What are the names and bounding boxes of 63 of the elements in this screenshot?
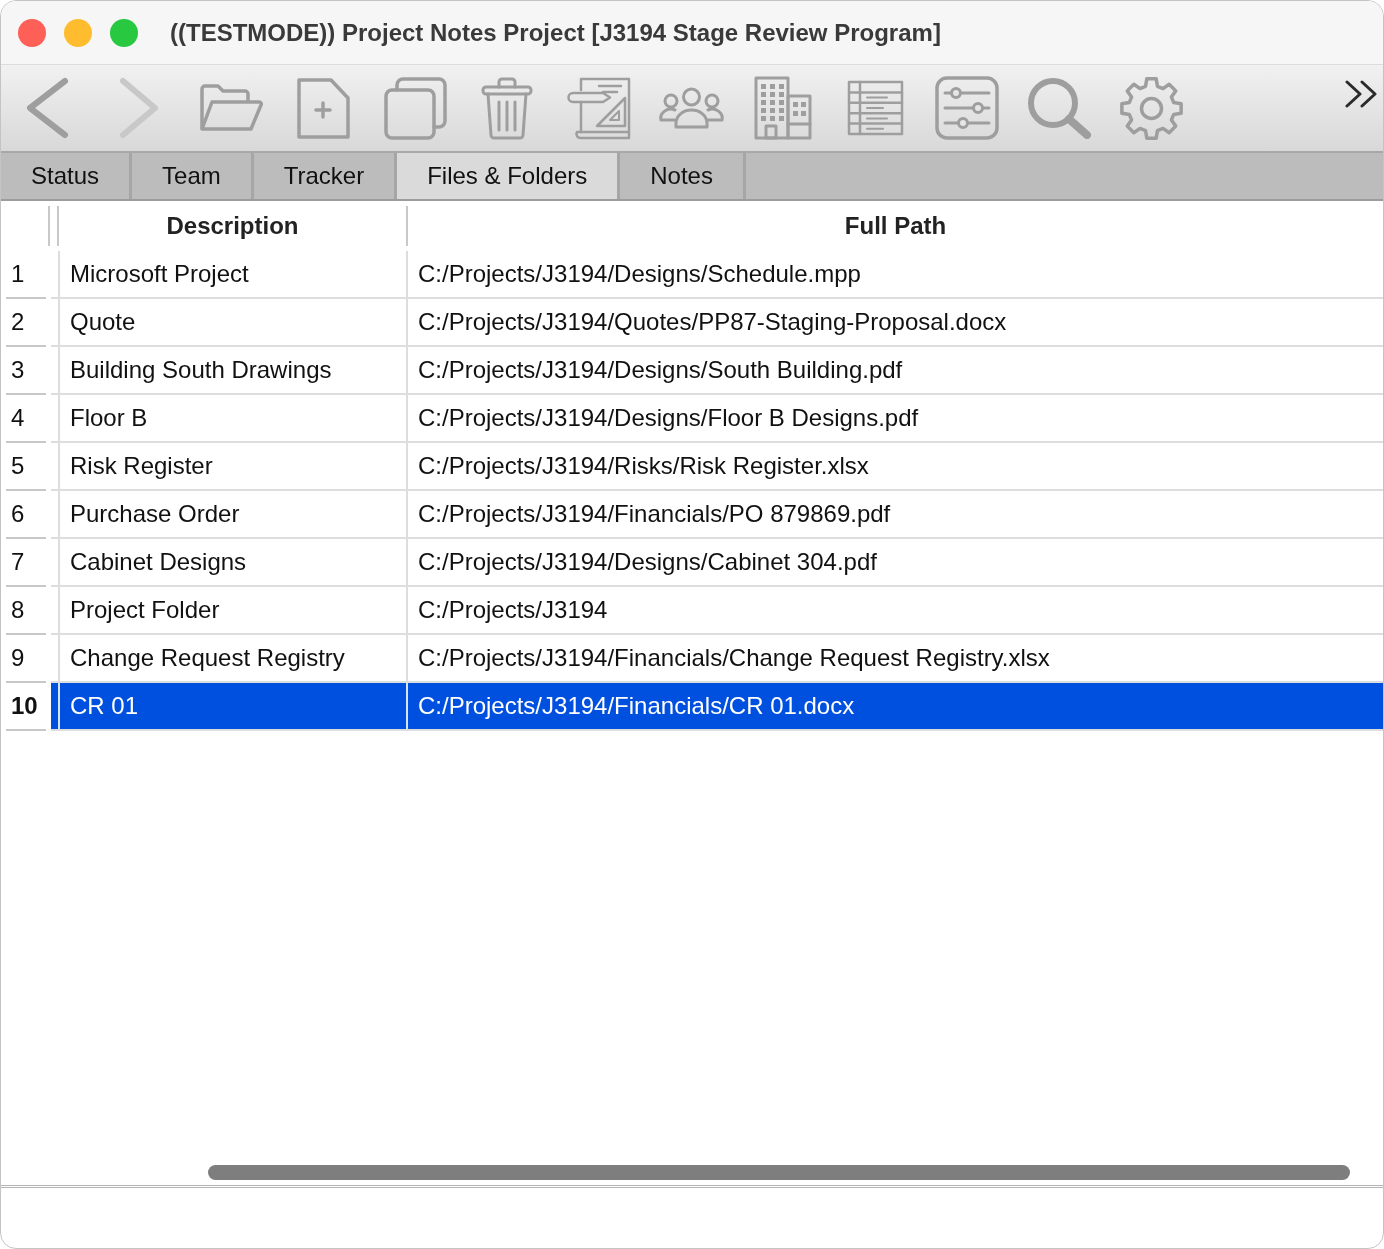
row-number: 6 [6,491,46,539]
table-row[interactable]: Project Folder C:/Projects/J3194 [51,587,1383,635]
table-row[interactable]: Building South Drawings C:/Projects/J3194/Designs/South Building.pdf [51,347,1383,395]
table-cell: Risk Register [58,443,406,489]
table-row[interactable]: Purchase Order C:/Projects/J3194/Financials/PO 879869.pdf [51,491,1383,539]
double-chevron-icon[interactable] [1344,80,1379,108]
settings-icon[interactable] [1118,75,1184,141]
copy-icon[interactable] [382,75,448,141]
folder-icon[interactable] [198,82,264,134]
table-cell: CR 01 [58,683,406,729]
table-row[interactable]: Risk Register C:/Projects/J3194/Risks/Risk Register.xlsx [51,443,1383,491]
list-icon[interactable] [846,80,904,136]
zoom-window-icon[interactable] [110,18,138,47]
row-number: 9 [6,635,46,683]
sliders-icon[interactable] [935,76,999,140]
table-cell: Building South Drawings [58,347,406,393]
table-cell: C:/Projects/J3194/Designs/South Building.pdf [406,347,1383,393]
table-cell: C:/Projects/J3194/Risks/Risk Register.xlsx [406,443,1383,489]
drafting-document-icon[interactable] [566,75,632,141]
row-number: 3 [6,347,46,395]
row-number: 1 [6,251,46,299]
chevron-left-icon[interactable] [25,77,69,139]
table-cell: C:/Projects/J3194/Financials/PO 879869.pdf [406,491,1383,537]
document-plus-icon[interactable] [295,76,351,140]
tab[interactable]: Status [1,153,133,199]
table-row[interactable]: Cabinet Designs C:/Projects/J3194/Designs/Cabinet 304.pdf [51,539,1383,587]
building-icon[interactable] [754,76,812,140]
table-row[interactable]: Microsoft Project C:/Projects/J3194/Designs/Schedule.mpp [51,251,1383,299]
row-number: 2 [6,299,46,347]
table-cell: C:/Projects/J3194/Financials/Change Request Registry.xlsx [406,635,1383,681]
row-number: 10 [6,683,46,731]
trash-icon[interactable] [481,75,533,141]
column-header[interactable]: Full Path [406,206,1383,246]
table-row[interactable]: Floor B C:/Projects/J3194/Designs/Floor B Designs.pdf [51,395,1383,443]
minimize-window-icon[interactable] [64,18,92,47]
table-row[interactable]: Quote C:/Projects/J3194/Quotes/PP87-Staging-Proposal.docx [51,299,1383,347]
table-cell: C:/Projects/J3194/Designs/Floor B Designs.pdf [406,395,1383,441]
table-row[interactable]: CR 01 C:/Projects/J3194/Financials/CR 01.docx [51,683,1383,731]
table-cell: C:/Projects/J3194/Quotes/PP87-Staging-Proposal.docx [406,299,1383,345]
row-number: 8 [6,587,46,635]
column-header[interactable]: Description [57,206,406,246]
table-cell: C:/Projects/J3194/Designs/Cabinet 304.pdf [406,539,1383,585]
table-cell: Microsoft Project [58,251,406,297]
table-cell: Floor B [58,395,406,441]
tab[interactable]: Team [132,153,254,199]
table-cell: Project Folder [58,587,406,633]
table-cell: Quote [58,299,406,345]
window-title: ((TESTMODE)) Project Notes Project [J3194 Stage Review Program] [170,18,941,47]
tab[interactable]: Notes [620,153,746,199]
table-cell: Cabinet Designs [58,539,406,585]
tab[interactable]: Files & Folders [397,153,621,199]
row-number: 7 [6,539,46,587]
table-cell: C:/Projects/J3194/Designs/Schedule.mpp [406,251,1383,297]
row-number: 4 [6,395,46,443]
people-icon[interactable] [658,87,724,129]
table-cell: Change Request Registry [58,635,406,681]
close-window-icon[interactable] [18,18,46,47]
row-number: 5 [6,443,46,491]
table-cell: Purchase Order [58,491,406,537]
scrollbar-thumb[interactable] [208,1164,1350,1180]
table-cell: C:/Projects/J3194/Financials/CR 01.docx [406,683,1383,729]
search-icon[interactable] [1026,77,1092,139]
table-cell: C:/Projects/J3194 [406,587,1383,633]
